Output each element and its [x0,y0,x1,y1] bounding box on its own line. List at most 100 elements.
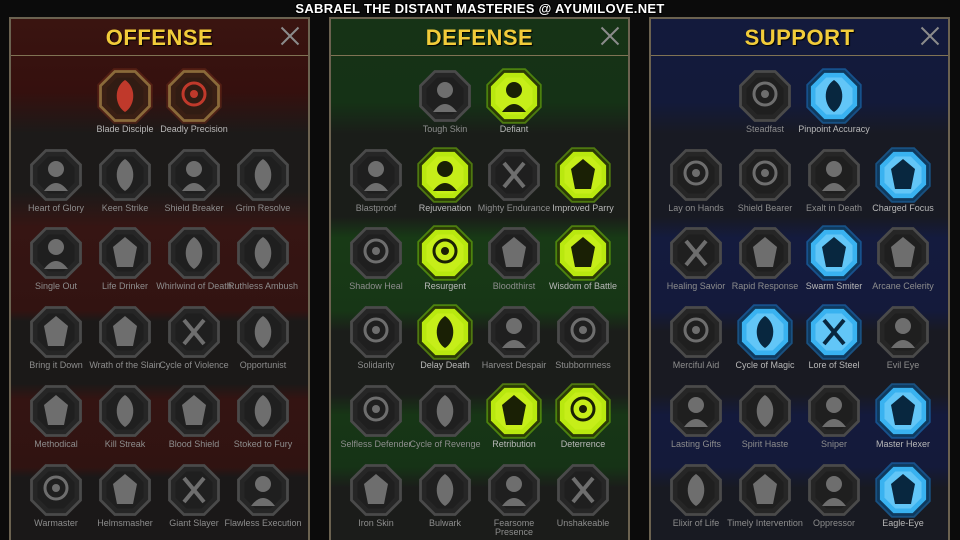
mastery-defense-fearsome-presence[interactable]: Fearsome Presence [482,460,546,540]
mastery-defense-delay-death[interactable]: Delay Death [413,302,477,390]
defense-title: DEFENSE [425,25,534,50]
mastery-support-lore-of-steel[interactable]: Lore of Steel [802,302,866,390]
mastery-support-exalt-in-death[interactable]: Exalt in Death [802,145,866,233]
mastery-label: Spirit Haste [741,439,789,449]
mastery-defense-improved-parry[interactable]: Improved Parry [551,145,615,233]
mastery-defense-harvest-despair[interactable]: Harvest Despair [482,302,546,390]
mastery-support-steadfast[interactable]: Steadfast [733,66,797,154]
support-panel: SUPPORT Steadfast Pinpoint Accuracy Lay on… [649,17,950,540]
mastery-support-rapid-response[interactable]: Rapid Response [732,223,798,311]
mastery-support-oppressor[interactable]: Oppressor [802,460,866,540]
mastery-label: Improved Parry [552,203,614,213]
deflect-hand-icon [555,383,611,439]
mastery-defense-cycle-of-revenge[interactable]: Cycle of Revenge [409,381,481,469]
mastery-defense-deterrence[interactable]: Deterrence [551,381,615,469]
falling-blade-icon [30,306,82,358]
mastery-offense-single-out[interactable]: Single Out [24,223,88,311]
mastery-defense-retribution[interactable]: Retribution [482,381,546,469]
mastery-support-swarm-smiter[interactable]: Swarm Smiter [802,223,866,311]
swarm-bolt-icon [806,225,862,281]
mastery-offense-shield-breaker[interactable]: Shield Breaker [162,145,226,233]
mastery-offense-grim-resolve[interactable]: Grim Resolve [231,145,295,233]
mastery-offense-helmsmasher[interactable]: Helmsmasher [93,460,157,540]
sword-shield-icon [168,385,220,437]
mastery-support-elixir-of-life[interactable]: Elixir of Life [664,460,728,540]
mastery-support-timely-intervention[interactable]: Timely Intervention [727,460,803,540]
mastery-offense-keen-strike[interactable]: Keen Strike [93,145,157,233]
mastery-support-cycle-of-magic[interactable]: Cycle of Magic [733,302,797,390]
mastery-label: Exalt in Death [805,203,863,213]
axe-cycle-icon [168,306,220,358]
mastery-label: Bulwark [428,518,461,528]
mastery-offense-deadly-precision[interactable]: Deadly Precision [160,66,228,154]
mastery-defense-resurgent[interactable]: Resurgent [413,223,477,311]
mastery-defense-unshakeable[interactable]: Unshakeable [551,460,615,540]
mastery-support-spirit-haste[interactable]: Spirit Haste [733,381,797,469]
mastery-defense-mighty-endurance[interactable]: Mighty Endurance [478,145,550,233]
close-icon[interactable] [280,26,300,46]
crossed-swords-icon [97,68,153,124]
mastery-label: Lore of Steel [808,360,860,370]
open-hand-icon [488,306,540,358]
mastery-offense-giant-slayer[interactable]: Giant Slayer [162,460,226,540]
close-icon[interactable] [920,26,940,46]
mastery-support-pinpoint-accuracy[interactable]: Pinpoint Accuracy [798,66,870,154]
mastery-offense-whirlwind-of-death[interactable]: Whirlwind of Death [156,223,232,311]
mastery-defense-defiant[interactable]: Defiant [482,66,546,154]
mastery-support-lasting-gifts[interactable]: Lasting Gifts [664,381,728,469]
mastery-label: Sniper [820,439,847,449]
potion-flask-icon [670,464,722,516]
mastery-offense-methodical[interactable]: Methodical [24,381,88,469]
mastery-defense-wisdom-of-battle[interactable]: Wisdom of Battle [549,223,617,311]
mastery-defense-solidarity[interactable]: Solidarity [344,302,408,390]
mastery-label: Evil Eye [886,360,920,370]
mastery-offense-cycle-of-violence[interactable]: Cycle of Violence [159,302,229,390]
mastery-defense-blastproof[interactable]: Blastproof [344,145,408,233]
mastery-support-merciful-aid[interactable]: Merciful Aid [664,302,728,390]
mastery-defense-bloodthirst[interactable]: Bloodthirst [482,223,546,311]
mastery-defense-iron-skin[interactable]: Iron Skin [344,460,408,540]
mastery-defense-shadow-heal[interactable]: Shadow Heal [344,223,408,311]
mastery-label: Defiant [499,124,529,134]
tower-shield-icon [419,464,471,516]
crushing-fist-icon [808,464,860,516]
mastery-offense-heart-of-glory[interactable]: Heart of Glory [24,145,88,233]
mastery-defense-tough-skin[interactable]: Tough Skin [413,66,477,154]
mastery-offense-life-drinker[interactable]: Life Drinker [93,223,157,311]
mastery-offense-blood-shield[interactable]: Blood Shield [162,381,226,469]
mastery-defense-bulwark[interactable]: Bulwark [413,460,477,540]
mastery-support-charged-focus[interactable]: Charged Focus [871,145,935,233]
flame-drops-icon [419,385,471,437]
mastery-support-arcane-celerity[interactable]: Arcane Celerity [871,223,935,311]
mastery-offense-wrath-of-the-slain[interactable]: Wrath of the Slain [89,302,161,390]
mastery-label: Heart of Glory [27,203,85,213]
sparkling-heart-icon [739,70,791,122]
mastery-offense-opportunist[interactable]: Opportunist [231,302,295,390]
daggers-icon [166,68,222,124]
mastery-offense-blade-disciple[interactable]: Blade Disciple [93,66,157,154]
mastery-offense-kill-streak[interactable]: Kill Streak [93,381,157,469]
fist-sword-icon [99,306,151,358]
mastery-defense-selfless-defender[interactable]: Selfless Defender [340,381,412,469]
glowing-figure-icon [670,227,722,279]
offense-title: OFFENSE [105,25,214,50]
mastery-offense-ruthless-ambush[interactable]: Ruthless Ambush [228,223,298,311]
offense-header: OFFENSE [11,19,308,56]
mastery-defense-stubbornness[interactable]: Stubbornness [551,302,615,390]
mastery-label: Keen Strike [101,203,149,213]
mastery-support-eagle-eye[interactable]: Eagle-Eye [871,460,935,540]
close-icon[interactable] [600,26,620,46]
mastery-label: Blood Shield [168,439,220,449]
mastery-support-healing-savior[interactable]: Healing Savior [664,223,728,311]
mastery-support-evil-eye[interactable]: Evil Eye [871,302,935,390]
mastery-support-master-hexer[interactable]: Master Hexer [871,381,935,469]
mastery-support-shield-bearer[interactable]: Shield Bearer [733,145,797,233]
mastery-offense-flawless-execution[interactable]: Flawless Execution [224,460,302,540]
mastery-offense-stoked-to-fury[interactable]: Stoked to Fury [231,381,295,469]
mastery-support-lay-on-hands[interactable]: Lay on Hands [664,145,728,233]
mastery-defense-rejuvenation[interactable]: Rejuvenation [413,145,477,233]
mastery-offense-bring-it-down[interactable]: Bring it Down [24,302,88,390]
fangs-icon [99,227,151,279]
mastery-support-sniper[interactable]: Sniper [802,381,866,469]
mastery-offense-warmaster[interactable]: Warmaster [24,460,88,540]
